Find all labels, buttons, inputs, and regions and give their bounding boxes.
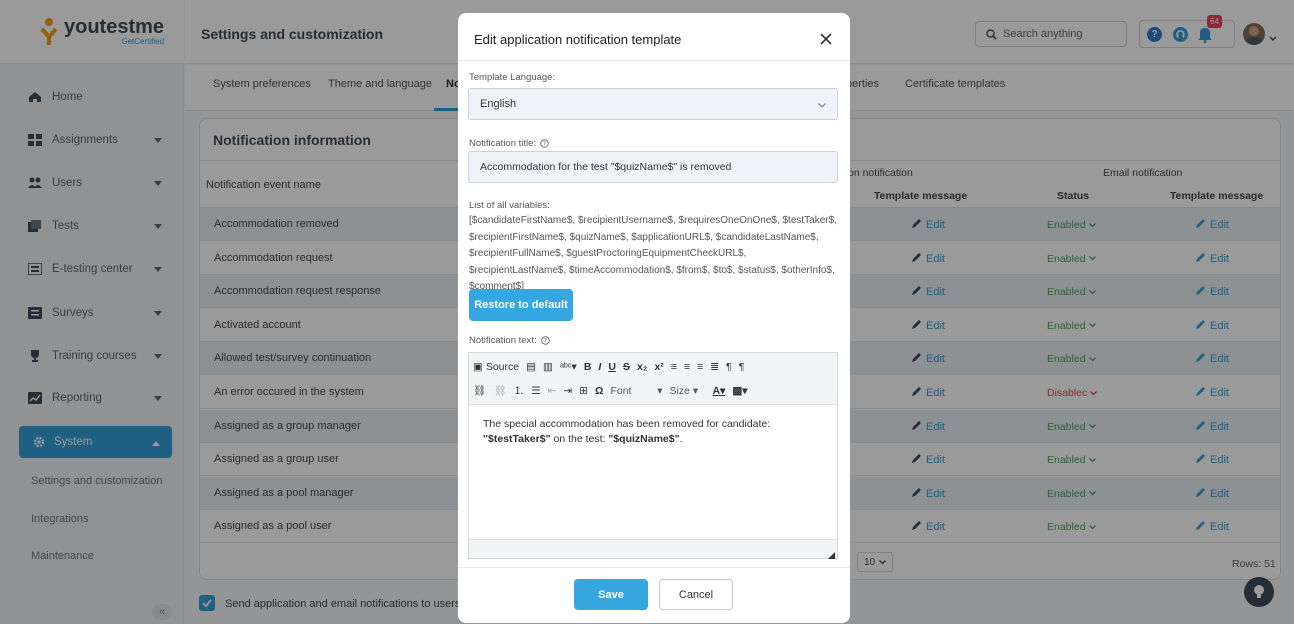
close-icon[interactable] — [818, 31, 834, 47]
paste-icon[interactable]: ▤ — [526, 361, 536, 373]
svg-text:?: ? — [543, 141, 546, 148]
divider — [458, 60, 850, 61]
rtl-icon[interactable]: ¶ — [739, 361, 745, 373]
save-button[interactable]: Save — [574, 579, 648, 610]
align-center-icon[interactable]: ≡ — [684, 361, 690, 373]
text-label-row: Notification text: ? — [469, 335, 550, 346]
font-label: Font — [610, 384, 632, 397]
bold-button[interactable]: B — [584, 361, 592, 373]
strikethrough-button[interactable]: S — [623, 361, 630, 373]
title-label: Notification title: — [469, 138, 537, 149]
toolbar-row-2: ⛓ ⛓ ⒈ ☰ ⇤ ⇥ ⊞ Ω Font ▾ Size ▾ A▾ ▩▾ — [473, 383, 755, 398]
font-select[interactable]: Font ▾ — [610, 385, 662, 397]
svg-text:?: ? — [544, 338, 547, 345]
help-circle-icon[interactable]: ? — [540, 139, 549, 148]
bg-color-icon[interactable]: ▩▾ — [732, 385, 747, 397]
bulleted-list-icon[interactable]: ☰ — [531, 385, 540, 397]
source-label: Source — [485, 361, 520, 373]
justify-icon[interactable]: ≣ — [710, 361, 719, 373]
underline-button[interactable]: U — [608, 361, 616, 373]
superscript-button[interactable]: x² — [654, 361, 663, 373]
align-left-icon[interactable]: ≡ — [671, 361, 677, 373]
title-input[interactable]: Accommodation for the test "$quizName$" … — [468, 151, 838, 183]
size-select[interactable]: Size ▾ — [669, 385, 705, 397]
spellcheck-icon[interactable]: ᵃᵇᶜ▾ — [560, 361, 577, 373]
body-text: . — [679, 433, 683, 445]
editor-statusbar — [469, 539, 837, 558]
language-value: English — [480, 98, 517, 110]
unlink-icon[interactable]: ⛓ — [493, 384, 506, 397]
paste-text-icon[interactable]: ▥ — [543, 361, 553, 373]
editor-content[interactable]: The special accommodation has been remov… — [483, 417, 823, 447]
variables-list: [$candidateFirstName$, $recipientUsernam… — [469, 215, 837, 292]
divider — [458, 567, 850, 568]
indent-icon[interactable]: ⇥ — [563, 385, 572, 397]
toolbar-row-1: ▣ Source ▤ ▥ ᵃᵇᶜ▾ B I U S x₂ x² ≡ ≡ ≡ ≣ … — [473, 361, 751, 373]
ltr-icon[interactable]: ¶ — [726, 361, 732, 373]
title-label-row: Notification title: ? — [469, 138, 549, 149]
source-button[interactable]: ▣ Source — [473, 361, 519, 373]
edit-template-dialog: Edit application notification template T… — [458, 13, 850, 623]
restore-default-button[interactable]: Restore to default — [469, 289, 573, 321]
chevron-down-icon — [818, 103, 826, 108]
link-icon[interactable]: ⛓ — [473, 384, 486, 397]
body-variable-testtaker: "$testTaker$" — [483, 433, 551, 445]
align-right-icon[interactable]: ≡ — [697, 361, 703, 373]
language-select[interactable]: English — [468, 88, 838, 120]
numbered-list-icon[interactable]: ⒈ — [514, 383, 525, 398]
language-label: Template Language: — [469, 72, 556, 83]
body-variable-quizname: "$quizName$" — [608, 433, 680, 445]
variables-label: List of all variables: — [469, 200, 550, 211]
text-color-icon[interactable]: A▾ — [712, 385, 725, 397]
cancel-button[interactable]: Cancel — [659, 579, 733, 610]
dialog-title: Edit application notification template — [474, 32, 682, 47]
subscript-button[interactable]: x₂ — [637, 361, 648, 373]
italic-button[interactable]: I — [598, 361, 601, 373]
text-label: Notification text: — [469, 335, 537, 346]
resize-handle-icon[interactable] — [828, 548, 835, 562]
body-text: on the test: — [550, 433, 609, 445]
special-char-icon[interactable]: Ω — [595, 385, 603, 397]
help-circle-icon[interactable]: ? — [540, 336, 550, 345]
body-text: The special accommodation has been remov… — [483, 418, 771, 430]
size-label: Size — [669, 384, 690, 397]
outdent-icon[interactable]: ⇤ — [548, 385, 557, 397]
table-icon[interactable]: ⊞ — [579, 385, 588, 397]
